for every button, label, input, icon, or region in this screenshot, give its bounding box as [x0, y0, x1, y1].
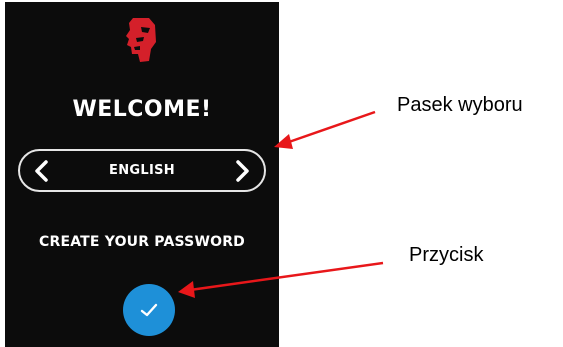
annotated-screenshot: WELCOME! ENGLISH CREATE YOUR PASSWORD Pa… [0, 0, 563, 347]
selector-arrow [274, 110, 376, 149]
selector-callout-label: Pasek wyboru [397, 94, 523, 116]
button-arrow [178, 261, 384, 298]
button-callout-label: Przycisk [409, 244, 484, 266]
annotation-arrows [178, 110, 384, 298]
